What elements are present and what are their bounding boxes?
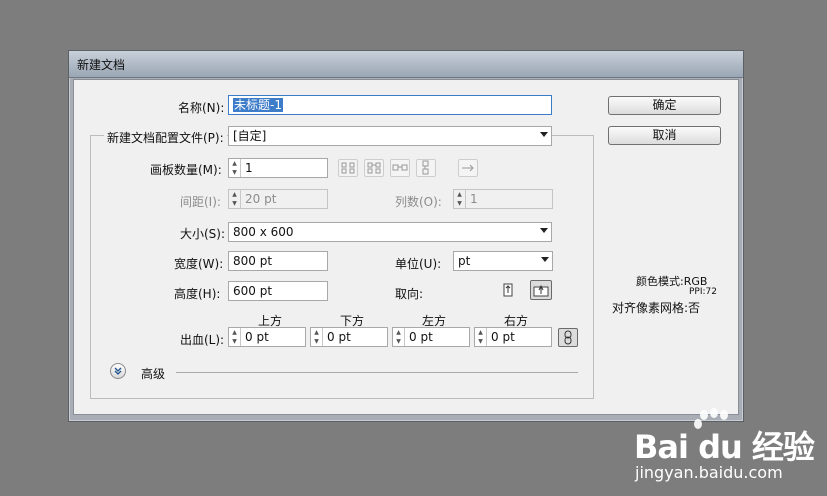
expand-advanced-icon[interactable] <box>110 363 126 379</box>
new-document-dialog: 新建文档 名称(N): 未标题-1 确定 取消 新建文档配置文件(P): [自定… <box>68 50 744 422</box>
pixel-grid-info: 对齐像素网格:否 <box>612 301 701 315</box>
baidu-watermark: Bai du 经验 jingyan.baidu.com <box>632 405 827 493</box>
size-label: 大小(S): <box>180 227 226 241</box>
columns-value: 1 <box>470 192 478 206</box>
columns-label: 列数(O): <box>395 195 442 209</box>
units-select-value: pt <box>458 254 471 268</box>
spin-arrows-icon[interactable]: ▲ ▼ <box>393 328 405 346</box>
bleed-top-value: 0 pt <box>245 330 269 344</box>
grid-by-column-icon[interactable] <box>364 159 384 177</box>
width-input-value: 800 pt <box>233 254 273 268</box>
title-bar[interactable]: 新建文档 <box>69 51 743 78</box>
bleed-right-value: 0 pt <box>491 330 515 344</box>
artboards-stepper[interactable]: ▲ ▼ 1 <box>228 158 328 178</box>
spin-arrows-icon[interactable]: ▲ ▼ <box>475 328 487 346</box>
bleed-right-stepper[interactable]: ▲ ▼ 0 pt <box>474 327 552 347</box>
portrait-orientation-icon[interactable] <box>498 281 518 299</box>
chevron-down-icon <box>540 132 548 137</box>
size-select-value: 800 x 600 <box>233 225 294 239</box>
name-label: 名称(N): <box>178 101 225 115</box>
spin-arrows-icon[interactable]: ▲ ▼ <box>454 190 466 208</box>
watermark-url: jingyan.baidu.com <box>635 463 783 482</box>
profile-select[interactable]: [自定] <box>228 126 552 146</box>
width-input[interactable]: 800 pt <box>228 251 328 271</box>
bleed-label: 出血(L): <box>180 333 225 347</box>
bleed-left-stepper[interactable]: ▲ ▼ 0 pt <box>392 327 470 347</box>
name-input[interactable]: 未标题-1 <box>228 95 552 115</box>
spin-arrows-icon[interactable]: ▲ ▼ <box>229 190 241 208</box>
dialog-body: 名称(N): 未标题-1 确定 取消 新建文档配置文件(P): [自定] 画板数… <box>73 79 739 415</box>
cancel-button[interactable]: 取消 <box>608 126 721 145</box>
height-input[interactable]: 600 pt <box>228 281 328 301</box>
width-label: 宽度(W): <box>174 257 224 271</box>
ppi-info: PPI:72 <box>689 287 717 297</box>
advanced-label: 高级 <box>141 367 166 381</box>
arrange-by-column-icon[interactable] <box>416 159 436 177</box>
dialog-title: 新建文档 <box>77 58 126 72</box>
spin-arrows-icon[interactable]: ▲ ▼ <box>229 328 241 346</box>
spin-arrows-icon[interactable]: ▲ ▼ <box>229 159 241 177</box>
units-select[interactable]: pt <box>453 251 553 271</box>
units-label: 单位(U): <box>395 257 442 271</box>
landscape-orientation-icon[interactable] <box>530 280 552 300</box>
grid-by-row-icon[interactable] <box>338 159 358 177</box>
arrow-right-icon[interactable] <box>458 159 478 177</box>
columns-stepper[interactable]: ▲ ▼ 1 <box>453 189 553 209</box>
artboards-label: 画板数量(M): <box>150 163 222 177</box>
spacing-label: 间距(I): <box>180 195 221 209</box>
profile-select-value: [自定] <box>233 129 267 143</box>
artboards-value: 1 <box>245 161 253 175</box>
arrange-by-row-icon[interactable] <box>390 159 410 177</box>
name-input-value: 未标题-1 <box>233 98 283 112</box>
bleed-left-value: 0 pt <box>409 330 433 344</box>
height-input-value: 600 pt <box>233 284 273 298</box>
height-label: 高度(H): <box>174 287 221 301</box>
spin-arrows-icon[interactable]: ▲ ▼ <box>311 328 323 346</box>
chevron-down-icon <box>541 257 549 262</box>
orientation-label: 取向: <box>395 287 424 301</box>
spacing-stepper[interactable]: ▲ ▼ 20 pt <box>228 189 328 209</box>
spacing-value: 20 pt <box>245 192 277 206</box>
watermark-brand: Bai du 经验 <box>634 428 815 466</box>
size-select[interactable]: 800 x 600 <box>228 222 552 242</box>
bleed-bottom-value: 0 pt <box>327 330 351 344</box>
advanced-divider <box>176 372 578 373</box>
bleed-top-stepper[interactable]: ▲ ▼ 0 pt <box>228 327 306 347</box>
ok-button[interactable]: 确定 <box>608 96 721 115</box>
chain-link-icon[interactable] <box>558 328 578 347</box>
chevron-down-icon <box>540 228 548 233</box>
profile-label: 新建文档配置文件(P): <box>104 129 227 146</box>
bleed-bottom-stepper[interactable]: ▲ ▼ 0 pt <box>310 327 388 347</box>
